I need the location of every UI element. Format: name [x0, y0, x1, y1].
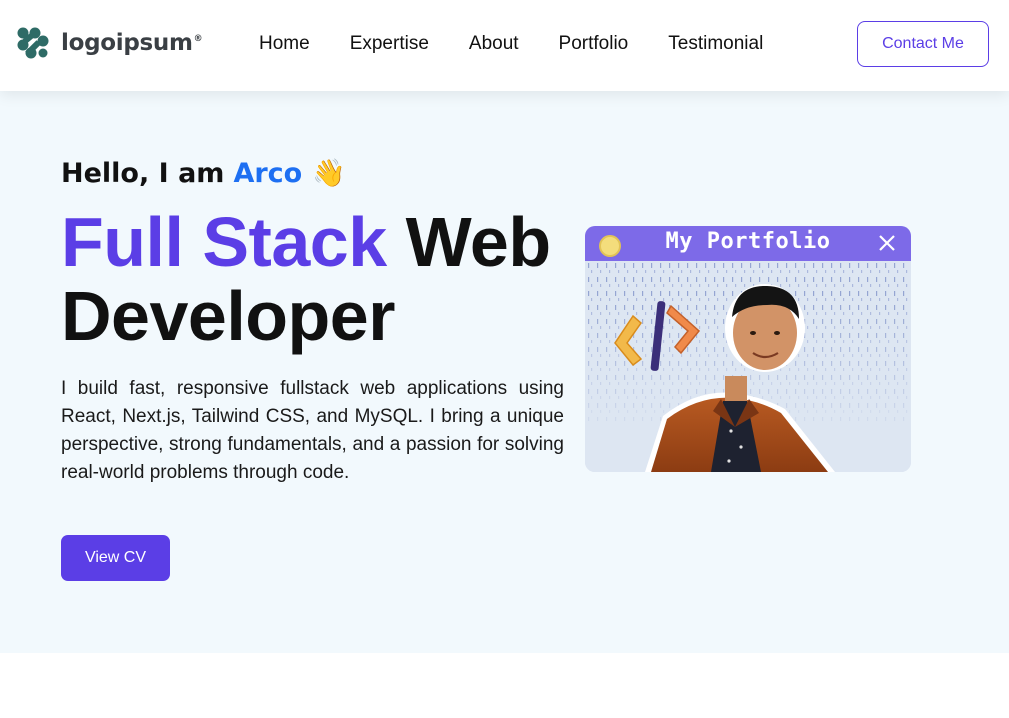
logo-text: logoipsum®: [61, 30, 203, 56]
nav-link-expertise[interactable]: Expertise: [350, 33, 429, 55]
view-cv-button[interactable]: View CV: [61, 535, 170, 581]
hero-description: I build fast, responsive fullstack web a…: [61, 378, 564, 483]
hero-headline: Full Stack Web Developer: [61, 205, 581, 353]
portfolio-window-title: My Portfolio: [665, 229, 831, 254]
nav-link-testimonial[interactable]: Testimonial: [668, 33, 763, 55]
nav-link-portfolio[interactable]: Portfolio: [559, 33, 629, 55]
logo[interactable]: logoipsum®: [15, 25, 203, 61]
nav-link-about[interactable]: About: [469, 33, 519, 55]
contact-me-button[interactable]: Contact Me: [857, 21, 989, 67]
logo-icon: [17, 27, 49, 59]
wave-hand-icon: 👋: [312, 158, 346, 189]
navbar: logoipsum® Home Expertise About Portfoli…: [0, 0, 1009, 91]
nav-link-home[interactable]: Home: [259, 33, 310, 55]
portfolio-illustration: [585, 261, 911, 472]
greeting-name: Arco: [233, 157, 303, 189]
hero-section: Hello, I am Arco 👋 Full Stack Web Develo…: [0, 91, 1009, 653]
portfolio-window-titlebar: My Portfolio: [585, 226, 911, 261]
headline-accent: Full Stack: [61, 203, 387, 281]
nav-links: Home Expertise About Portfolio Testimoni…: [259, 33, 803, 55]
greeting: Hello, I am Arco 👋: [61, 157, 346, 190]
close-icon[interactable]: [877, 233, 897, 253]
portfolio-window: My Portfolio: [585, 226, 911, 472]
greeting-text: Hello, I am: [61, 157, 225, 189]
